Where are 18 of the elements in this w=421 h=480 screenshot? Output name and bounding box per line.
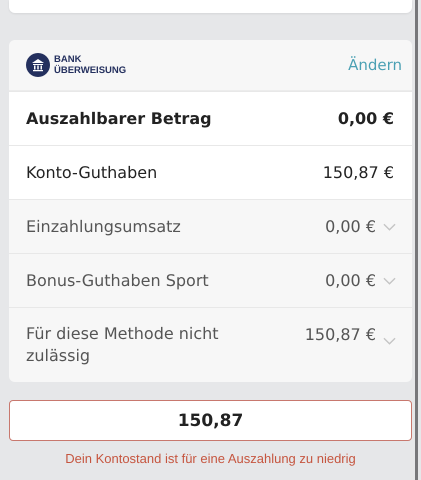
row-value: 0,00 € — [325, 217, 376, 236]
logo-text: BANK — [54, 54, 82, 65]
error-message: Dein Kontostand ist für eine Auszahlung zu niedrig — [64, 451, 357, 466]
balance-row[interactable]: Bonus-Guthaben Sport 0,00 € — [9, 253, 412, 307]
balance-row[interactable]: Für diese Methode nicht zulässig 150,87 € — [9, 307, 412, 382]
row-label: Für diese Methode nicht zulässig — [26, 323, 220, 367]
row-label: Auszahlbarer Betrag — [26, 109, 212, 128]
row-label: Bonus-Guthaben Sport — [26, 271, 209, 290]
row-value: 150,87 € — [322, 163, 394, 182]
logo-text: ÜBERWEISUNG — [54, 65, 126, 76]
bank-icon — [26, 53, 50, 77]
row-value: 150,87 € — [304, 324, 376, 344]
row-value: 0,00 € — [338, 109, 394, 128]
amount-field[interactable]: 150,87 — [9, 400, 412, 441]
row-value: 0,00 € — [325, 271, 376, 290]
balance-row[interactable]: Einzahlungsumsatz 0,00 € — [9, 199, 412, 253]
row-label: Einzahlungsumsatz — [26, 217, 181, 236]
row-label: Konto-Guthaben — [26, 163, 158, 182]
